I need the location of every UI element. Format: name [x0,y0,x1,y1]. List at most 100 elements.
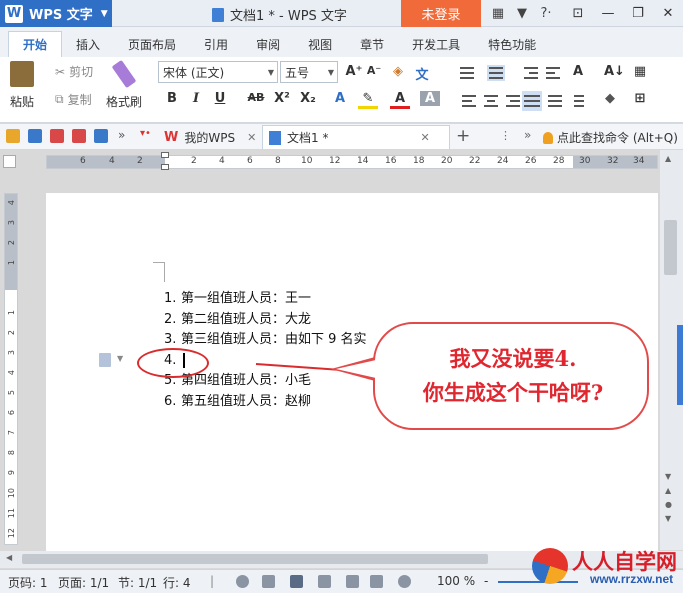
superscript-icon[interactable]: X² [272,91,292,106]
highlight-icon[interactable]: ✎ [358,91,378,109]
close-icon[interactable]: ✕ [247,131,256,144]
paragraph-layout-icon[interactable] [99,353,111,367]
phonetic-icon[interactable]: 文 [412,64,432,83]
close-icon[interactable]: ✕ [420,131,429,144]
chevron-down-icon[interactable]: ▼ [117,354,123,363]
app-menu-button[interactable]: W WPS 文字 ▼ [0,0,112,27]
underline-icon[interactable]: U [210,91,230,106]
tab-insert[interactable]: 插入 [62,31,114,57]
clear-format-icon[interactable]: ◈ [388,64,408,79]
list-item[interactable]: 3. 第三组值班人员：由如下 9 名实 [164,330,367,351]
strikethrough-icon[interactable]: AB [244,91,268,104]
scroll-thumb[interactable] [664,220,677,275]
page-view-icon[interactable] [290,575,303,588]
increase-indent-icon[interactable] [544,65,562,81]
tab-review[interactable]: 审阅 [242,31,294,57]
more-icon[interactable]: » [118,128,125,142]
minimize-icon[interactable]: — [593,0,623,27]
eye-protection-icon[interactable] [398,575,411,588]
status-page-code[interactable]: 页码: 1 [8,574,48,591]
font-name-select[interactable]: 宋体 (正文) ▼ [158,61,278,83]
help-icon[interactable]: ?· [534,6,558,21]
print-icon[interactable] [72,129,86,143]
indent-marker[interactable] [161,152,169,174]
shirt-icon[interactable]: ▼ [510,6,534,21]
side-panel-tab[interactable] [677,325,683,405]
subscript-icon[interactable]: X₂ [298,91,318,106]
previous-page-icon[interactable]: ▲ [665,486,671,495]
vertical-ruler[interactable]: 4 3 2 1 1 2 3 4 5 6 7 8 9 10 11 12 [4,193,18,545]
zoom-level[interactable]: 100 % [437,574,475,588]
list-item[interactable]: 6. 第五组值班人员：赵柳 [164,392,367,413]
scroll-left-icon[interactable]: ◀ [6,553,12,562]
align-center-icon[interactable] [482,93,500,109]
maximize-icon[interactable]: ❐ [623,0,653,27]
sort-icon[interactable]: A↓ [604,64,625,79]
scroll-up-icon[interactable]: ▲ [665,154,671,163]
border-icon[interactable]: ⊞ [630,91,650,106]
tab-view[interactable]: 视图 [294,31,346,57]
decrease-indent-icon[interactable] [522,65,540,81]
scroll-thumb[interactable] [22,554,488,564]
save-icon[interactable] [28,129,42,143]
paste-button[interactable]: 粘贴 [10,61,34,110]
list-item[interactable]: 1. 第一组值班人员：王一 [164,289,367,310]
tab-mywps[interactable]: W 我的WPS ✕ [158,125,262,149]
command-search[interactable]: 点此查找命令 (Alt+Q) [543,129,678,146]
line-spacing-icon[interactable] [568,93,586,109]
status-section[interactable]: 节: 1/1 [118,574,157,591]
numbering-icon[interactable] [487,65,505,81]
pdf-export-icon[interactable] [50,129,64,143]
tab-page-layout[interactable]: 页面布局 [114,31,190,57]
justify-icon[interactable] [522,91,542,111]
history-icon[interactable] [236,575,249,588]
status-page[interactable]: 页面: 1/1 [58,574,109,591]
more-icon[interactable]: » [524,128,531,142]
align-left-icon[interactable] [460,93,478,109]
change-case-icon[interactable]: A [568,64,588,79]
web-view-icon[interactable] [346,575,359,588]
browse-object-icon[interactable]: ● [665,500,672,509]
skin-icon[interactable]: ▦ [486,6,510,21]
more-tools-icon[interactable]: ⋮ [500,129,511,142]
fullscreen-icon[interactable] [262,575,275,588]
distribute-icon[interactable] [546,93,564,109]
open-folder-icon[interactable] [6,129,20,143]
horizontal-ruler[interactable]: 6 4 2 2 4 6 8 10 12 14 16 18 20 22 24 26… [46,155,658,169]
align-right-icon[interactable] [504,93,522,109]
grow-font-icon[interactable]: A⁺ [344,64,364,79]
text-effect-icon[interactable]: A [330,91,350,106]
tab-document1[interactable]: 文档1 * ✕ [262,125,450,149]
tab-developer[interactable]: 开发工具 [398,31,474,57]
undo-icon[interactable] [94,129,108,143]
bullets-icon[interactable] [458,65,476,81]
shading-icon[interactable]: ◆ [600,91,620,106]
reading-view-icon[interactable] [370,575,383,588]
list-item[interactable]: 2. 第二组值班人员：大龙 [164,310,367,331]
next-page-icon[interactable]: ▼ [665,514,671,523]
new-tab-icon[interactable]: + [456,126,470,146]
scroll-down-icon[interactable]: ▼ [665,472,671,481]
format-painter-button[interactable]: 格式刷 [106,59,142,110]
tab-home[interactable]: 开始 [8,31,63,57]
status-row[interactable]: 行: 4 [163,574,191,591]
restore-layout-icon[interactable]: ⊡ [563,0,593,27]
tab-section[interactable]: 章节 [346,31,398,57]
copy-button[interactable]: ⧉ 复制 [55,91,92,108]
outline-view-icon[interactable] [318,575,331,588]
tab-references[interactable]: 引用 [190,31,242,57]
tab-stop-selector[interactable] [3,155,16,168]
cut-button[interactable]: ✂ 剪切 [55,63,93,80]
tab-features[interactable]: 特色功能 [474,31,550,57]
shrink-font-icon[interactable]: A⁻ [364,64,384,77]
font-size-select[interactable]: 五号 ▼ [280,61,338,83]
zoom-out-icon[interactable]: - [484,574,488,588]
italic-icon[interactable]: I [186,91,206,106]
close-icon[interactable]: ✕ [653,0,683,27]
font-color-icon[interactable]: A [390,91,410,109]
table-grid-icon[interactable]: ▦ [630,64,650,79]
bold-icon[interactable]: B [162,91,182,106]
char-shading-icon[interactable]: A [420,91,440,106]
login-button[interactable]: 未登录 [401,0,481,27]
pin-icon[interactable]: ▾• [140,128,151,139]
